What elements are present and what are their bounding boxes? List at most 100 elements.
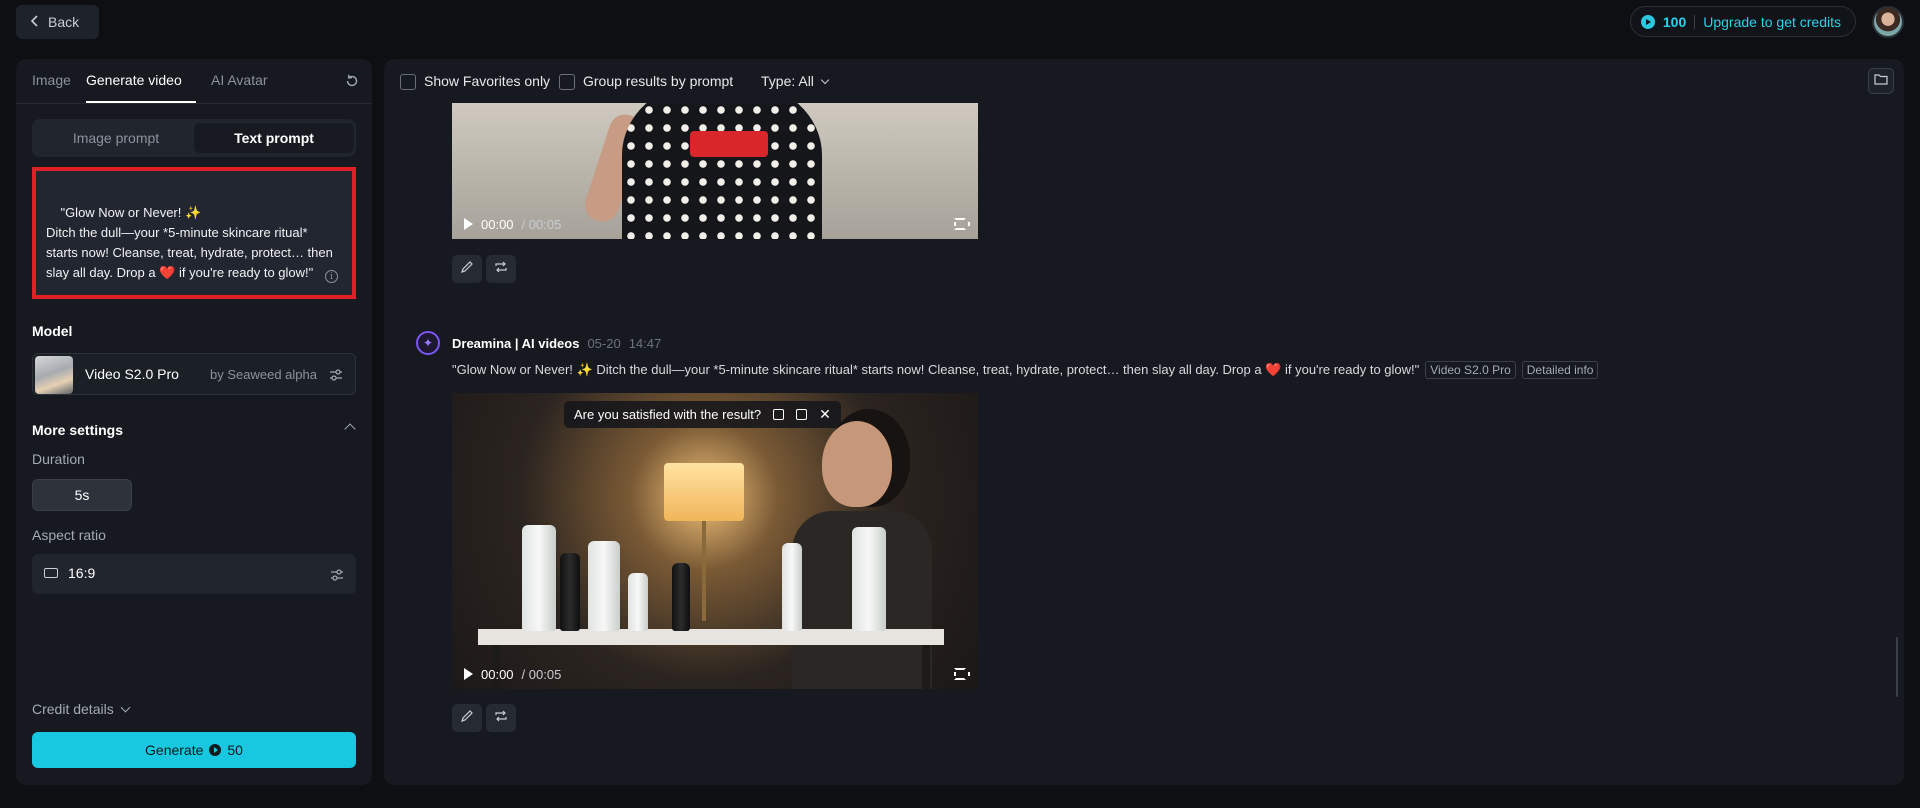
detailed-info-tag[interactable]: Detailed info [1521,361,1599,379]
aspect-ratio-selector[interactable]: 16:9 [32,554,356,594]
video-controls: 00:00 / 00:05 [452,209,978,239]
model-provider: by Seaweed alpha [210,367,317,382]
generation-author: Dreamina | AI videos [452,335,580,351]
model-label: Model [32,323,73,339]
video-frame-belt [690,131,768,157]
group-results-checkbox[interactable] [559,74,575,90]
duration-option-5s[interactable]: 5s [32,479,132,511]
repeat-icon [494,709,508,728]
video-frame-lamp [664,463,744,521]
generate-button[interactable]: Generate 50 [32,732,356,768]
model-thumbnail [35,356,73,394]
total-time: / 00:05 [521,216,562,232]
video-frame-dark-bottle [560,553,580,631]
image-prompt-option[interactable]: Image prompt [36,123,196,153]
scrollbar[interactable] [1896,637,1898,697]
tab-ai-avatar[interactable]: AI Avatar [211,72,268,88]
chevron-left-icon [30,14,40,30]
credit-coin-icon [1640,14,1655,29]
play-icon[interactable] [464,668,473,680]
back-button[interactable]: Back [16,5,100,39]
prompt-textarea[interactable]: "Glow Now or Never! ✨ Ditch the dull—you… [32,167,356,299]
fullscreen-icon[interactable] [954,218,970,230]
video-frame-head [822,421,892,507]
feedback-prompt: Are you satisfied with the result? ✕ [564,401,841,428]
play-icon[interactable] [464,218,473,230]
chevron-down-icon [120,702,131,712]
video-frame-tube [522,525,556,631]
video-frame-lamp-pole [702,521,706,621]
current-time: 00:00 [481,216,514,232]
tab-image[interactable]: Image [32,72,71,88]
video-frame-small-bottle [628,573,648,631]
generation-header: ✦ Dreamina | AI videos 05-20 14:47 [416,331,661,355]
generation-prompt[interactable]: "Glow Now or Never! ✨ Ditch the dull—you… [452,362,1419,378]
model-name: Video S2.0 Pro [85,366,179,382]
prompt-mode-toggle: Image prompt Text prompt [32,119,356,157]
model-selector[interactable]: Video S2.0 Pro by Seaweed alpha [32,353,356,395]
repeat-icon [494,260,508,279]
left-panel: Image Generate video AI Avatar Image pro… [16,59,372,785]
tab-generate-video[interactable]: Generate video [86,72,182,88]
group-results-label[interactable]: Group results by prompt [583,73,733,89]
credit-details-toggle[interactable]: Credit details [32,701,131,717]
generate-label: Generate [145,742,204,758]
thumbs-down-icon[interactable] [796,409,808,420]
generation-prompt-row: "Glow Now or Never! ✨ Ditch the dull—you… [452,361,1599,379]
folder-button[interactable] [1868,68,1894,94]
pencil-icon [460,709,474,728]
dreamina-logo-icon: ✦ [416,331,440,355]
video-frame-tube-2 [852,527,886,631]
mode-tabs: Image Generate video AI Avatar [16,59,372,104]
type-filter-dropdown[interactable]: Type: All [761,73,830,89]
fullscreen-icon[interactable] [954,668,970,680]
aspect-ratio-icon [44,568,58,578]
credit-details-label: Credit details [32,701,114,717]
edit-button[interactable] [452,255,482,283]
results-panel: Show Favorites only Group results by pro… [384,59,1904,785]
credit-coin-icon [209,744,222,756]
aspect-ratio-label: Aspect ratio [32,527,106,543]
chevron-up-icon[interactable] [344,423,356,435]
sliders-icon[interactable] [329,368,343,382]
show-favorites-label[interactable]: Show Favorites only [424,73,550,89]
filter-bar: Show Favorites only Group results by pro… [384,59,1904,103]
generation-time: 14:47 [628,335,662,351]
prompt-text: "Glow Now or Never! ✨ Ditch the dull—you… [46,205,333,280]
video-frame-dropper-bottle [672,563,690,631]
top-bar: Back 100 Upgrade to get credits [0,0,1920,44]
info-icon[interactable]: i [325,270,338,283]
total-time: / 00:05 [521,666,562,682]
user-avatar[interactable] [1872,6,1904,38]
credits-pill[interactable]: 100 Upgrade to get credits [1629,6,1856,37]
pencil-icon [460,260,474,279]
credit-count: 100 [1662,13,1687,30]
thumbs-up-icon[interactable] [773,409,785,420]
video-player-2[interactable]: Are you satisfied with the result? ✕ 00:… [452,393,978,689]
regenerate-button[interactable] [486,255,516,283]
generation-date: 05-20 [587,335,621,351]
video-frame-serum-bottle [782,543,802,631]
generate-cost: 50 [227,742,243,758]
back-label: Back [48,14,80,30]
close-icon[interactable]: ✕ [819,406,831,423]
upgrade-link[interactable]: Upgrade to get credits [1703,14,1841,30]
pill-divider [1694,14,1696,29]
text-prompt-option[interactable]: Text prompt [194,123,354,153]
video-frame-pump-bottle [588,541,620,631]
show-favorites-checkbox[interactable] [400,74,416,90]
folder-icon [1874,72,1888,90]
current-time: 00:00 [481,666,514,682]
video-frame-table [478,629,944,645]
more-settings-label[interactable]: More settings [32,422,123,438]
video-player-1[interactable]: 00:00 / 00:05 [452,103,978,239]
type-filter-label: Type: All [761,73,814,89]
chevron-down-icon [820,75,830,85]
reset-icon[interactable] [344,73,360,89]
regenerate-button[interactable] [486,704,516,732]
feedback-question: Are you satisfied with the result? [574,407,762,422]
active-tab-indicator [86,101,196,103]
aspect-ratio-value: 16:9 [68,565,96,581]
edit-button[interactable] [452,704,482,732]
sliders-icon[interactable] [330,568,344,582]
